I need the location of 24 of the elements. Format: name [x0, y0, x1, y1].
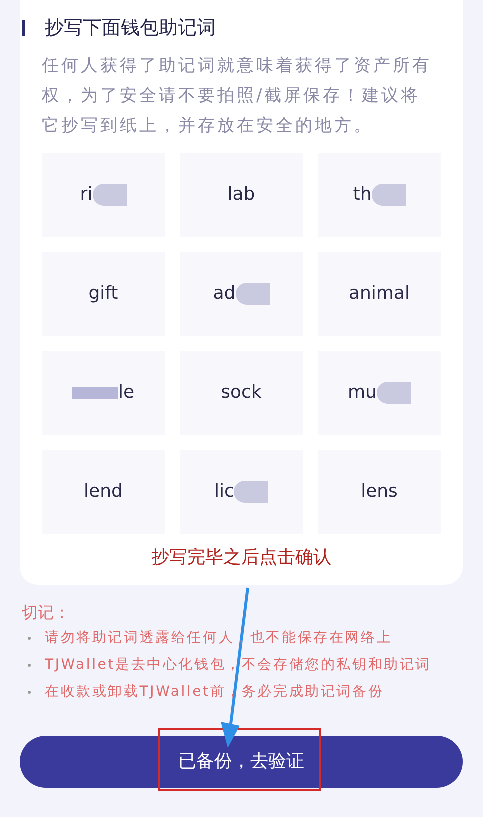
warning-title: 切记：: [22, 602, 71, 624]
mnemonic-word: lab: [228, 183, 256, 207]
bullet-icon: [28, 690, 31, 694]
mnemonic-word: lens: [361, 480, 398, 504]
mnemonic-word: lend: [84, 480, 123, 504]
mnemonic-word: lic: [214, 480, 234, 504]
mnemonic-word: le: [118, 381, 135, 405]
mnemonic-word: gift: [88, 282, 118, 306]
warning-item: 请勿将助记词透露给任何人，也不能保存在网络上: [45, 628, 393, 648]
bullet-icon: [28, 664, 31, 666]
warning-item: 在收款或卸载TJWallet前，务必完成助记词备份: [45, 682, 384, 702]
mnemonic-word: mu: [348, 381, 377, 405]
mnemonic-word: animal: [348, 282, 410, 306]
confirm-backup-button[interactable]: 已备份，去验证: [20, 736, 463, 788]
mnemonic-word: ad: [213, 282, 236, 306]
title-accent-bar: [22, 20, 25, 36]
section-title: 抄写下面钱包助记词: [45, 16, 216, 41]
description: 任何人获得了助记词就意味着获得了资产所有权，为了安全请不要拍照/截屏保存！建议将它抄写到纸上，并存放在安全的地方。: [42, 54, 433, 138]
mnemonic-word: ri: [80, 183, 93, 207]
annotation-caption: 抄写完毕之后点击确认: [150, 546, 332, 570]
bullet-icon: [28, 636, 31, 640]
warning-item: TJWallet是去中心化钱包，不会存储您的私钥和助记词: [45, 656, 432, 674]
mnemonic-word: th: [353, 183, 372, 207]
mnemonic-word: sock: [221, 381, 262, 405]
